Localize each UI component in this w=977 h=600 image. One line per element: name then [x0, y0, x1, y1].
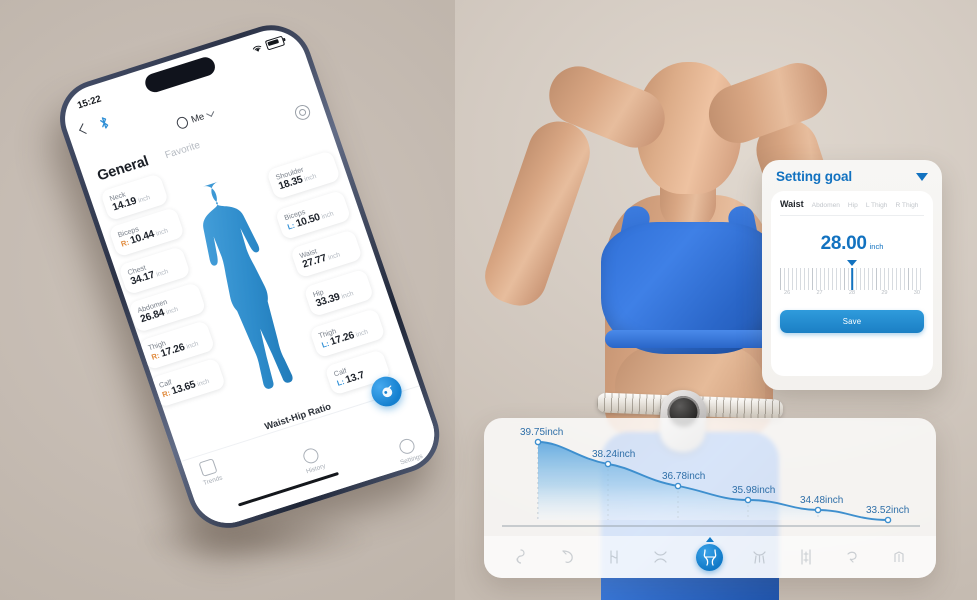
goal-title: Setting goal [776, 169, 853, 184]
measure-card-waist[interactable]: Waist 27.77 inch [289, 229, 363, 279]
card-unit: inch [185, 340, 200, 351]
profile-label[interactable]: Me [190, 111, 206, 125]
goal-ruler-slider[interactable]: 26 27 28 29 30 [780, 268, 924, 302]
setting-goal-card: Setting goal Waist Abdomen Hip L Thigh R… [762, 160, 942, 390]
measure-card-hip[interactable]: Hip 33.39 inch [303, 268, 375, 318]
tab-trends[interactable]: Trends [197, 457, 224, 487]
biceps-icon[interactable] [603, 546, 625, 568]
card-unit: inch [355, 328, 369, 339]
tab-history[interactable]: History [299, 446, 327, 476]
goal-tab-l-thigh[interactable]: L Thigh [866, 202, 888, 209]
status-time: 15:22 [75, 93, 103, 111]
calf-icon[interactable] [841, 546, 863, 568]
tab-favorite[interactable]: Favorite [163, 139, 201, 160]
profile-ring-icon [175, 115, 190, 131]
wifi-icon [252, 45, 262, 52]
chest-icon[interactable] [650, 546, 672, 568]
model-bra-band [605, 330, 775, 348]
card-unit: inch [165, 305, 180, 317]
goal-tab-hip[interactable]: Hip [848, 202, 858, 209]
goal-card-body: Waist Abdomen Hip L Thigh R Thigh 28.00 … [771, 191, 933, 376]
battery-icon [264, 35, 286, 51]
goal-tab-waist[interactable]: Waist [780, 199, 804, 209]
card-unit: inch [137, 194, 152, 205]
ruler-tick: 26 [784, 290, 791, 296]
card-unit: inch [327, 251, 342, 262]
card-unit: inch [340, 290, 355, 301]
abdomen-icon[interactable] [888, 546, 910, 568]
goal-card-header: Setting goal [771, 169, 933, 191]
ruler-needle [851, 268, 853, 290]
tab-label: Settings [399, 452, 424, 467]
card-unit: inch [196, 377, 211, 389]
card-unit: inch [155, 227, 169, 238]
goal-value-row: 28.00 inch [780, 233, 924, 255]
goal-tab-abdomen[interactable]: Abdomen [812, 202, 840, 209]
chevron-down-icon[interactable] [206, 108, 215, 117]
thigh-icon[interactable] [795, 546, 817, 568]
save-button[interactable]: Save [780, 310, 924, 333]
back-icon[interactable] [79, 123, 90, 135]
trends-icon [198, 458, 218, 477]
ruler-tick: 28 [848, 290, 856, 296]
goal-part-tabs: Waist Abdomen Hip L Thigh R Thigh [780, 199, 924, 216]
ruler-tick-labels: 26 27 28 29 30 [780, 290, 924, 296]
ruler-tick: 27 [816, 290, 823, 296]
card-unit: inch [155, 268, 170, 279]
gear-icon [397, 437, 417, 456]
card-unit: inch [320, 210, 335, 221]
history-icon [301, 446, 321, 466]
ruler-tick: 29 [881, 290, 888, 296]
chart-label-1: 38.24inch [592, 449, 635, 460]
waist-trend-card: 39.75inch 38.24inch 36.78inch 35.98inch … [484, 418, 936, 578]
chart-area [538, 442, 888, 520]
goal-unit: inch [869, 242, 884, 251]
card-unit: inch [303, 172, 318, 184]
chart-label-5: 33.52inch [866, 505, 909, 516]
body-part-icon-strip [484, 536, 936, 578]
bluetooth-icon[interactable] [98, 115, 111, 130]
triangle-down-icon[interactable] [916, 172, 928, 181]
fab-glyph [381, 385, 392, 397]
tab-settings[interactable]: Settings [393, 436, 424, 467]
ruler-pointer-icon [847, 260, 857, 266]
chart-label-0: 39.75inch [520, 427, 563, 438]
target-icon[interactable] [292, 102, 313, 122]
shoulder-icon[interactable] [557, 546, 579, 568]
chart-label-3: 35.98inch [732, 485, 775, 496]
tab-label: Trends [202, 474, 224, 487]
goal-value: 28.00 [820, 233, 867, 254]
hip-icon[interactable] [748, 546, 770, 568]
tab-label: History [305, 462, 327, 476]
ruler-tick: 30 [913, 290, 920, 296]
neck-icon[interactable] [510, 546, 532, 568]
chart-label-4: 34.48inch [800, 495, 843, 506]
chart-label-2: 36.78inch [662, 471, 705, 482]
goal-tab-r-thigh[interactable]: R Thigh [895, 202, 918, 209]
waist-icon[interactable] [696, 543, 724, 571]
trend-chart: 39.75inch 38.24inch 36.78inch 35.98inch … [502, 427, 920, 527]
